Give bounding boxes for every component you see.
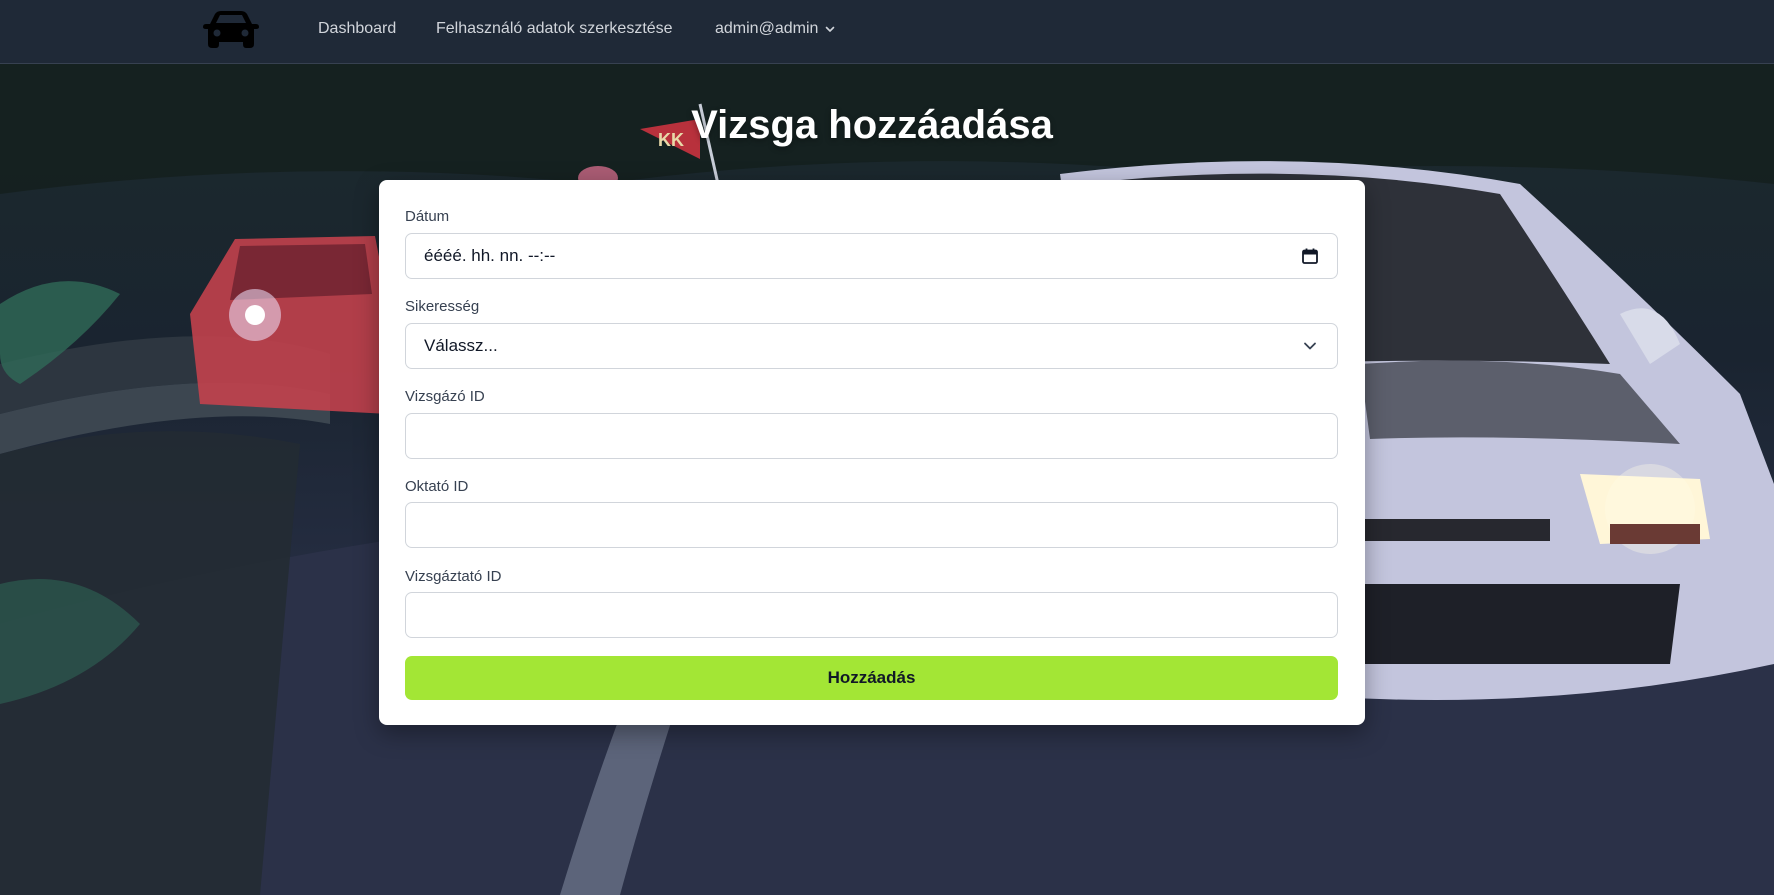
vizsgaztato-id-label: Vizsgáztató ID	[405, 568, 502, 585]
user-menu-label: admin@admin	[715, 20, 819, 37]
vizsgazo-id-input[interactable]	[424, 414, 1319, 458]
datum-input[interactable]: éééé. hh. nn. --:--	[405, 233, 1338, 279]
oktato-id-field-wrapper	[405, 502, 1338, 548]
vizsgaztato-id-field-wrapper	[405, 592, 1338, 638]
oktato-id-input[interactable]	[424, 503, 1319, 547]
nav-link-edit-user-data[interactable]: Felhasználó adatok szerkesztése	[436, 19, 673, 39]
oktato-id-label: Oktató ID	[405, 478, 469, 495]
vizsgaztato-id-input[interactable]	[424, 593, 1319, 637]
add-exam-form: Dátum éééé. hh. nn. --:-- Sikeresség Vál…	[379, 180, 1365, 725]
datum-value: éééé. hh. nn. --:--	[424, 246, 556, 265]
sikeresseg-value: Válassz...	[424, 336, 498, 355]
page-title: Vizsga hozzáadása	[691, 103, 1053, 147]
chevron-down-icon	[1304, 342, 1316, 350]
sikeresseg-label: Sikeresség	[405, 298, 480, 315]
datum-label: Dátum	[405, 208, 450, 225]
top-navbar: Dashboard Felhasználó adatok szerkesztés…	[0, 0, 1774, 64]
vizsgazo-id-label: Vizsgázó ID	[405, 388, 485, 405]
calendar-icon[interactable]	[1301, 247, 1319, 265]
user-menu-dropdown[interactable]: admin@admin	[715, 19, 836, 39]
nav-link-dashboard[interactable]: Dashboard	[318, 19, 396, 39]
car-front-icon[interactable]	[202, 10, 260, 50]
chevron-down-icon	[826, 26, 835, 32]
sikeresseg-select[interactable]: Válassz...	[405, 323, 1338, 369]
vizsgazo-id-field-wrapper	[405, 413, 1338, 459]
add-button[interactable]: Hozzáadás	[405, 656, 1338, 700]
